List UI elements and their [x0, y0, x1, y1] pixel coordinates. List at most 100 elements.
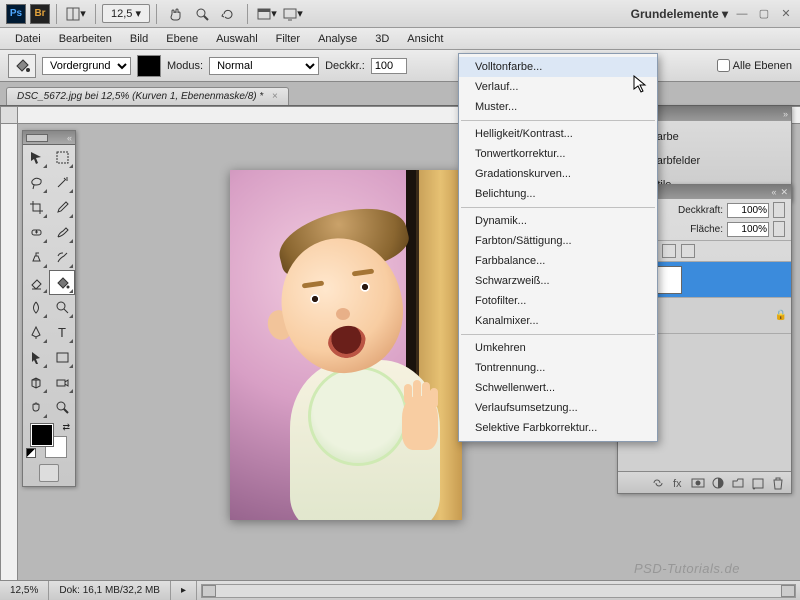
link-layers-icon[interactable]	[651, 476, 665, 490]
layer-fill-input[interactable]	[727, 222, 769, 237]
close-icon[interactable]: ✕	[778, 6, 794, 22]
menu-item[interactable]: Verlaufsumsetzung...	[459, 398, 657, 418]
menu-filter[interactable]: Filter	[267, 30, 309, 48]
fill-slider-toggle[interactable]	[773, 221, 785, 237]
menu-item[interactable]: Muster...	[459, 97, 657, 117]
menu-item[interactable]: Kanalmixer...	[459, 311, 657, 331]
zoom-tool-icon[interactable]	[190, 3, 214, 25]
brush-tool[interactable]	[49, 220, 75, 245]
horizontal-scrollbar[interactable]	[201, 584, 796, 598]
menu-item[interactable]: Umkehren	[459, 338, 657, 358]
layer-opacity-input[interactable]	[727, 203, 769, 218]
blur-tool[interactable]	[23, 295, 49, 320]
menu-item[interactable]: Farbbalance...	[459, 251, 657, 271]
layer-mask-thumbnail[interactable]	[654, 266, 682, 294]
hand-tool-icon[interactable]	[164, 3, 188, 25]
status-zoom[interactable]: 12,5%	[0, 581, 49, 600]
paint-bucket-tool[interactable]	[49, 270, 75, 295]
menu-item[interactable]: Schwarzweiß...	[459, 271, 657, 291]
bridge-icon[interactable]: Br	[30, 4, 50, 24]
document-tab[interactable]: DSC_5672.jpg bei 12,5% (Kurven 1, Ebenen…	[6, 87, 289, 105]
pen-tool[interactable]	[23, 320, 49, 345]
zoom-percent-display[interactable]: 12,5 ▾	[102, 4, 150, 23]
ruler-origin[interactable]	[0, 106, 18, 124]
lock-position-icon[interactable]	[662, 244, 676, 258]
history-brush-tool[interactable]	[49, 245, 75, 270]
menu-analyse[interactable]: Analyse	[309, 30, 366, 48]
status-menu-arrow[interactable]: ▸	[171, 581, 197, 600]
panel-close-icon[interactable]: ✕	[780, 187, 788, 198]
tools-collapse-icon[interactable]: «	[67, 133, 72, 143]
eyedropper-tool[interactable]	[49, 195, 75, 220]
healing-brush-tool[interactable]	[23, 220, 49, 245]
type-tool[interactable]: T	[49, 320, 75, 345]
path-selection-tool[interactable]	[23, 345, 49, 370]
document-canvas[interactable]	[230, 170, 462, 520]
group-icon[interactable]	[731, 476, 745, 490]
panel-collapse-icon[interactable]: »	[783, 109, 788, 119]
paint-bucket-icon[interactable]	[8, 54, 36, 78]
rotate-view-icon[interactable]	[216, 3, 240, 25]
menu-item[interactable]: Tontrennung...	[459, 358, 657, 378]
crop-tool[interactable]	[23, 195, 49, 220]
tab-close-icon[interactable]: ×	[272, 91, 278, 102]
adjustment-layer-icon[interactable]	[711, 476, 725, 490]
dodge-tool[interactable]	[49, 295, 75, 320]
menu-bearbeiten[interactable]: Bearbeiten	[50, 30, 121, 48]
minimize-icon[interactable]: —	[734, 6, 750, 22]
menu-item[interactable]: Tonwertkorrektur...	[459, 144, 657, 164]
opacity-input[interactable]	[371, 58, 407, 74]
workspace-switcher[interactable]: Grundelemente ▾	[631, 7, 728, 21]
menu-item[interactable]: Dynamik...	[459, 211, 657, 231]
3d-tool[interactable]	[23, 370, 49, 395]
menu-item[interactable]: Selektive Farbkorrektur...	[459, 418, 657, 438]
ruler-vertical[interactable]	[0, 124, 18, 580]
menu-3d[interactable]: 3D	[366, 30, 398, 48]
menu-item[interactable]: Volltonfarbe...	[459, 57, 657, 77]
all-layers-checkbox[interactable]	[717, 59, 730, 72]
default-colors-icon[interactable]	[26, 448, 36, 458]
fill-source-select[interactable]: Vordergrund	[42, 57, 131, 75]
menu-auswahl[interactable]: Auswahl	[207, 30, 267, 48]
opacity-slider-toggle[interactable]	[773, 202, 785, 218]
menu-item[interactable]: Fotofilter...	[459, 291, 657, 311]
menu-item[interactable]: Verlauf...	[459, 77, 657, 97]
menu-item[interactable]: Belichtung...	[459, 184, 657, 204]
3d-camera-tool[interactable]	[49, 370, 75, 395]
move-tool[interactable]	[23, 145, 49, 170]
menu-ansicht[interactable]: Ansicht	[398, 30, 452, 48]
arrange-docs-icon[interactable]: ▾	[255, 3, 279, 25]
swap-colors-icon[interactable]: ⇄	[62, 422, 70, 433]
quick-mask-toggle[interactable]	[39, 464, 59, 482]
new-layer-icon[interactable]	[751, 476, 765, 490]
hand-tool[interactable]	[23, 395, 49, 420]
blend-mode-select[interactable]: Normal	[209, 57, 319, 75]
menu-item[interactable]: Schwellenwert...	[459, 378, 657, 398]
scroll-left-icon[interactable]	[202, 585, 216, 597]
scroll-right-icon[interactable]	[781, 585, 795, 597]
panel-collapse-icon[interactable]: «	[771, 187, 776, 197]
fill-color-swatch[interactable]	[137, 55, 161, 77]
zoom-tool[interactable]	[49, 395, 75, 420]
status-doc-size[interactable]: Dok: 16,1 MB/32,2 MB	[49, 581, 171, 600]
layer-style-icon[interactable]: fx	[671, 476, 685, 490]
screen-mode-icon[interactable]: ▾	[281, 3, 305, 25]
menu-item[interactable]: Helligkeit/Kontrast...	[459, 124, 657, 144]
eraser-tool[interactable]	[23, 270, 49, 295]
lasso-tool[interactable]	[23, 170, 49, 195]
layer-mask-icon[interactable]	[691, 476, 705, 490]
menu-datei[interactable]: Datei	[6, 30, 50, 48]
menu-item[interactable]: Gradationskurven...	[459, 164, 657, 184]
tools-panel-header[interactable]: «	[23, 131, 75, 145]
shape-tool[interactable]	[49, 345, 75, 370]
foreground-color-swatch[interactable]	[31, 424, 53, 446]
clone-stamp-tool[interactable]	[23, 245, 49, 270]
lock-all-icon[interactable]	[681, 244, 695, 258]
menu-item[interactable]: Farbton/Sättigung...	[459, 231, 657, 251]
delete-layer-icon[interactable]	[771, 476, 785, 490]
menu-bild[interactable]: Bild	[121, 30, 157, 48]
layout-menu-icon[interactable]: ▾	[64, 3, 88, 25]
magic-wand-tool[interactable]	[49, 170, 75, 195]
maximize-icon[interactable]: ▢	[756, 6, 772, 22]
menu-ebene[interactable]: Ebene	[157, 30, 207, 48]
